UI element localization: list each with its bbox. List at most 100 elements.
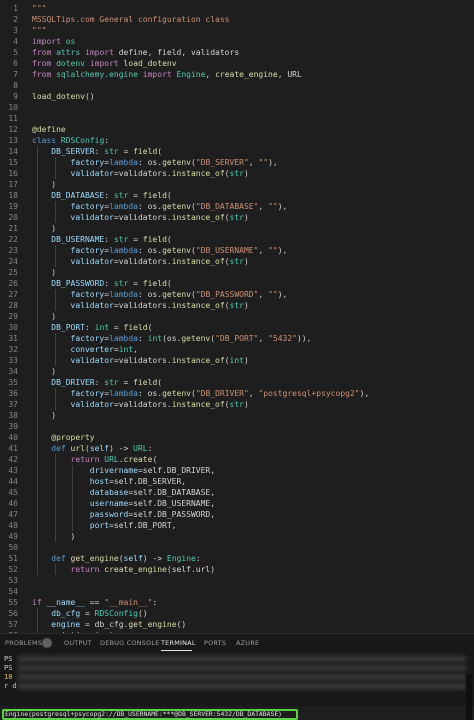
code-line[interactable]: 31 factory=lambda: int(os.getenv("DB_POR… [0,333,474,344]
tab-problems[interactable]: PROBLEMS [5,639,42,647]
code-token: , [258,202,269,211]
code-token: , [248,158,259,167]
code-line[interactable]: 20 validator=validators.instance_of(str) [0,212,474,223]
code-line[interactable]: 21 ) [0,223,474,234]
code-line[interactable]: 14 DB_SERVER: str = field( [0,146,474,157]
code-line[interactable]: 8 [0,80,474,91]
tab-terminal[interactable]: TERMINAL [161,639,196,647]
code-line[interactable]: 37 validator=validators.instance_of(str) [0,399,474,410]
code-text: validator=validators.instance_of(str) [32,399,249,410]
code-token: engine [32,620,81,629]
code-line[interactable]: 30 DB_PORT: int = field( [0,322,474,333]
tab-output[interactable]: OUTPUT [64,639,92,647]
code-line[interactable]: 38 ) [0,410,474,421]
code-line[interactable]: 26 DB_PASSWORD: str = field( [0,278,474,289]
code-line[interactable]: 28 validator=validators.instance_of(str) [0,300,474,311]
code-token: create_engine [215,70,278,79]
tab-azure[interactable]: AZURE [236,639,259,647]
code-line[interactable]: 42 return URL.create( [0,454,474,465]
line-number: 39 [8,422,18,431]
code-token: "DB_DRIVER" [195,389,249,398]
code-line[interactable]: 10 [0,102,474,113]
code-line[interactable]: 50 [0,542,474,553]
code-line[interactable]: 22 DB_USERNAME: str = field( [0,234,474,245]
code-line[interactable]: 36 factory=lambda: os.getenv("DB_DRIVER"… [0,388,474,399]
line-number: 53 [8,576,18,585]
tab-debug-console[interactable]: DEBUG CONSOLE [100,639,160,647]
code-token: ) [32,367,57,376]
terminal-prompt: PS [4,655,13,663]
code-line[interactable]: 27 factory=lambda: os.getenv("DB_PASSWOR… [0,289,474,300]
line-number: 47 [8,510,18,519]
terminal-scrollbar[interactable] [466,674,472,720]
code-text: from sqlalchemy.engine import Engine, cr… [32,69,302,80]
line-number: 10 [8,103,18,112]
indent-guide [55,333,56,366]
code-line[interactable]: 5 from attrs import define, field, valida… [0,47,474,58]
code-line[interactable]: 25 ) [0,267,474,278]
code-line[interactable]: 35 DB_DRIVER: str = field( [0,377,474,388]
code-line[interactable]: 19 factory=lambda: os.getenv("DB_DATABAS… [0,201,474,212]
code-token: ), [277,246,288,255]
code-line[interactable]: 1 """ [0,3,474,14]
code-token: load_dotenv [123,59,177,68]
tab-ports[interactable]: PORTS [204,639,226,647]
line-number: 34 [8,367,18,376]
code-token: ) [32,180,57,189]
code-line[interactable]: 12 @define [0,124,474,135]
code-token: str [229,301,244,310]
code-line[interactable]: 52 return create_engine(self.url) [0,564,474,575]
line-number: 40 [8,433,18,442]
code-token: : [104,136,110,145]
code-line[interactable]: 7 from sqlalchemy.engine import Engine, c… [0,69,474,80]
code-token: ) [243,257,249,266]
code-line[interactable]: 54 [0,586,474,597]
code-line[interactable]: 57 engine = db_cfg.get_engine() [0,619,474,630]
code-line[interactable]: 34 ) [0,366,474,377]
line-number: 36 [8,389,18,398]
code-line[interactable]: 49 ) [0,531,474,542]
code-token: =self.DB_PASSWORD, [128,510,216,519]
code-token: @property [32,433,95,442]
code-token: "DB_SERVER" [195,158,249,167]
code-line[interactable]: 56 db_cfg = RDSConfig() [0,608,474,619]
code-line[interactable]: 24 validator=validators.instance_of(str) [0,256,474,267]
code-editor[interactable]: 1 """ 2 MSSQLTips.com General configuration… [0,0,474,633]
line-number: 45 [8,488,18,497]
code-text: validator=validators.instance_of(str) [32,212,249,223]
code-text: factory=lambda: os.getenv("DB_PASSWORD",… [32,289,288,300]
code-line[interactable]: 11 [0,113,474,124]
code-line[interactable]: 33 validator=validators.instance_of(int) [0,355,474,366]
code-line[interactable]: 18 DB_DATABASE: str = field( [0,190,474,201]
code-line[interactable]: 53 [0,575,474,586]
code-line[interactable]: 39 [0,421,474,432]
terminal-view[interactable]: PS PS 10 r d Engine(postgresql+psycopg2:… [0,652,474,720]
code-line[interactable]: 17 ) [0,179,474,190]
code-line[interactable]: 6 from dotenv import load_dotenv [0,58,474,69]
code-line[interactable]: 51 def get_engine(self) -> Engine: [0,553,474,564]
code-line[interactable]: 9 load_dotenv() [0,91,474,102]
code-line[interactable]: 55 if __name__ == "__main__": [0,597,474,608]
code-line[interactable]: 40 @property [0,432,474,443]
code-line[interactable]: 29 ) [0,311,474,322]
code-token: self [123,554,143,563]
code-text: DB_PASSWORD: str = field( [32,278,171,289]
line-number: 17 [8,180,18,189]
code-text: def url(self) -> URL: [32,443,152,454]
code-line[interactable]: 13 class RDSConfig: [0,135,474,146]
code-line[interactable]: 15 factory=lambda: os.getenv("DB_SERVER"… [0,157,474,168]
line-number: 16 [8,169,18,178]
code-line[interactable]: 23 factory=lambda: os.getenv("DB_USERNAM… [0,245,474,256]
line-number: 52 [8,565,18,574]
code-token: str [229,169,244,178]
code-line[interactable]: 4 import os [0,36,474,47]
code-token: , [258,290,269,299]
code-line[interactable]: 41 def url(self) -> URL: [0,443,474,454]
code-token: field [133,147,158,156]
line-number: 23 [8,246,18,255]
code-line[interactable]: 2 MSSQLTips.com General configuration cla… [0,14,474,25]
code-line[interactable]: 16 validator=validators.instance_of(str) [0,168,474,179]
code-token: URL [133,444,148,453]
code-line[interactable]: 3 """ [0,25,474,36]
code-line[interactable]: 32 converter=int, [0,344,474,355]
